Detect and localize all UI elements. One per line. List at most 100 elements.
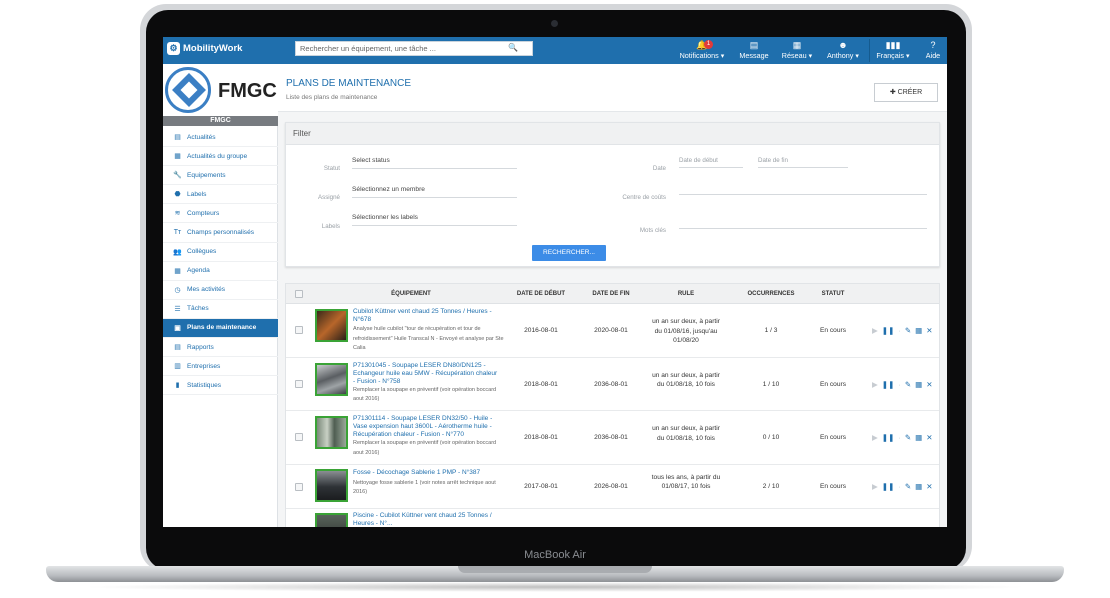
play-icon[interactable]: ▶ [872, 433, 878, 442]
equipment-link[interactable]: Cubilot Küttner vent chaud 25 Tonnes / H… [353, 308, 501, 324]
reseau-label: Réseau [781, 51, 807, 60]
delete-icon[interactable]: ✕ [926, 380, 932, 389]
calendar-icon[interactable]: ▦ [915, 380, 922, 389]
labels-select[interactable]: Sélectionner les labels [352, 214, 517, 226]
app-brand: MobilityWork [183, 43, 243, 54]
edit-icon[interactable]: ✎ [905, 433, 911, 442]
sidebar-item-agenda[interactable]: ▦ Agenda [163, 262, 278, 281]
user-menu[interactable]: ☻ Anthony ▾ [823, 40, 863, 62]
row-checkbox[interactable] [295, 326, 303, 334]
edit-icon[interactable]: ✎ [905, 482, 911, 491]
rule-text: un an sur deux, à partir du 01/08/18, 10… [652, 371, 720, 389]
search-icon[interactable]: 🔍 [508, 43, 518, 52]
equipment-link[interactable]: Fosse - Décochage Sablerie 1 PMP - N°387 [353, 469, 501, 477]
sidebar-item-compteurs[interactable]: ≋ Compteurs [163, 204, 278, 224]
message-menu[interactable]: ▤ Message [735, 40, 773, 62]
centre-couts-input[interactable] [679, 194, 927, 195]
sidebar-item-statistiques[interactable]: ▮ Statistiques [163, 376, 278, 396]
sidebar-item-mes-activites[interactable]: ◷ Mes activités [163, 281, 278, 300]
pause-icon[interactable]: ❚❚ [882, 482, 895, 491]
mots-cles-input[interactable] [679, 228, 927, 229]
mots-cles-label: Mots clés [639, 227, 666, 234]
search-button[interactable]: RECHERCHER... [532, 245, 606, 261]
pause-icon[interactable]: ❚❚ [882, 380, 895, 389]
delete-icon[interactable]: ✕ [926, 482, 932, 491]
reseau-menu[interactable]: ▦ Réseau ▾ [779, 40, 815, 62]
notifications-menu[interactable]: 🔔 1 Notifications ▾ [678, 40, 726, 62]
delete-icon[interactable]: ✕ [926, 433, 932, 442]
edit-icon[interactable]: ✎ [905, 380, 911, 389]
row-checkbox[interactable] [295, 482, 303, 491]
pause-icon[interactable]: ❚❚ [882, 326, 895, 335]
row-checkbox[interactable] [295, 433, 303, 441]
statut-select[interactable]: Select status [352, 157, 517, 169]
sidebar-item-collegues[interactable]: 👥 Collègues [163, 243, 278, 262]
sidebar-item-actualites[interactable]: ▤ Actualités [163, 128, 278, 148]
sidebar-item-champs[interactable]: Tт Champs personnalisés [163, 223, 278, 243]
table-row[interactable]: P71301114 - Soupape LESER DN32/50 - Huil… [286, 411, 939, 465]
equipment-thumbnail[interactable] [315, 468, 348, 502]
calendar-icon[interactable]: ▦ [915, 326, 922, 335]
sidebar-item-rapports[interactable]: ▤ Rapports [163, 338, 278, 358]
list-icon: ☰ [174, 305, 181, 313]
app-screen: ⚙ MobilityWork Rechercher un équipement,… [163, 37, 947, 527]
plus-icon: ✚ [889, 89, 896, 96]
pause-icon[interactable]: ❚❚ [882, 433, 895, 442]
col-date-fin[interactable]: DATE DE FIN [581, 291, 641, 297]
table-row[interactable]: Piscine - Cubilot Küttner vent chaud 25 … [286, 509, 939, 528]
col-equipement[interactable]: ÉQUIPEMENT [376, 291, 446, 297]
calendar-plan-icon: ▣ [174, 324, 181, 332]
sidebar-item-plans-maintenance[interactable]: ▣ Plans de maintenance [163, 318, 278, 339]
date-fin-input[interactable]: Date de fin [758, 157, 848, 168]
play-icon[interactable]: ▶ [872, 326, 878, 335]
row-checkbox[interactable] [295, 379, 303, 388]
table-row[interactable]: Fosse - Décochage Sablerie 1 PMP - N°387… [286, 465, 939, 509]
equipment-link[interactable]: Piscine - Cubilot Küttner vent chaud 25 … [353, 512, 501, 528]
sidebar-item-actualites-groupe[interactable]: ▦ Actualités du groupe [163, 147, 278, 167]
camera-icon [551, 20, 558, 27]
assigne-select[interactable]: Sélectionnez un membre [352, 186, 517, 198]
end-date: 2026-08-01 [594, 482, 628, 490]
spacer-icon: · [898, 433, 901, 442]
equipment-link[interactable]: P71301114 - Soupape LESER DN32/50 - Huil… [353, 415, 501, 439]
play-icon[interactable]: ▶ [872, 482, 878, 491]
search-placeholder: Rechercher un équipement, une tâche ... [300, 44, 436, 53]
sidebar-item-entreprises[interactable]: ▥ Entreprises [163, 357, 278, 377]
app-logo[interactable]: ⚙ MobilityWork [167, 42, 242, 55]
equipment-thumbnail[interactable] [315, 416, 348, 449]
delete-icon[interactable]: ✕ [926, 326, 932, 335]
play-icon[interactable]: ▶ [872, 380, 878, 389]
start-date: 2018-08-01 [524, 380, 558, 388]
col-occurrences[interactable]: OCCURRENCES [741, 291, 801, 297]
sidebar-item-equipements[interactable]: 🔧 Equipements [163, 166, 278, 186]
date-debut-input[interactable]: Date de début [679, 157, 743, 168]
calendar-icon[interactable]: ▦ [915, 433, 922, 442]
calendar-icon[interactable]: ▦ [915, 482, 922, 491]
spacer-icon: · [898, 481, 901, 491]
sidebar-item-taches[interactable]: ☰ Tâches [163, 300, 278, 319]
rule-text: tous les ans, à partir du 01/08/17, 10 f… [651, 473, 721, 491]
help-icon: ? [930, 40, 936, 50]
equipment-thumbnail[interactable] [315, 512, 348, 527]
occurrences: 1 / 10 [762, 380, 780, 388]
col-rule[interactable]: RULE [661, 291, 711, 297]
logo-icon: ⚙ [167, 42, 180, 55]
equipment-thumbnail[interactable] [315, 309, 348, 342]
search-input[interactable]: Rechercher un équipement, une tâche ... … [295, 41, 533, 56]
table-row[interactable]: Cubilot Küttner vent chaud 25 Tonnes / H… [286, 304, 939, 358]
table-row[interactable]: P71301045 - Soupape LESER DN80/DN125 - E… [286, 358, 939, 411]
col-date-debut[interactable]: DATE DE DÉBUT [511, 291, 571, 297]
equipment-description: Remplacer la soupape en préventif (voir … [353, 440, 497, 456]
rule-text: un an sur deux, à partir du 01/08/18, 10… [652, 425, 720, 442]
col-statut[interactable]: STATUT [808, 291, 858, 297]
flag-icon: ▮▮▮ [885, 40, 901, 50]
help-menu[interactable]: ? Aide [921, 40, 945, 62]
create-button[interactable]: ✚ CRÉER [874, 83, 938, 102]
select-all-checkbox[interactable] [295, 290, 303, 298]
edit-icon[interactable]: ✎ [905, 326, 911, 335]
language-menu[interactable]: ▮▮▮ Français ▾ [873, 40, 913, 62]
main-content: PLANS DE MAINTENANCE Liste des plans de … [278, 64, 947, 527]
equipment-link[interactable]: P71301045 - Soupape LESER DN80/DN125 - E… [353, 362, 501, 386]
sidebar-item-labels[interactable]: ⬣ Labels [163, 185, 278, 205]
equipment-thumbnail[interactable] [315, 362, 348, 396]
